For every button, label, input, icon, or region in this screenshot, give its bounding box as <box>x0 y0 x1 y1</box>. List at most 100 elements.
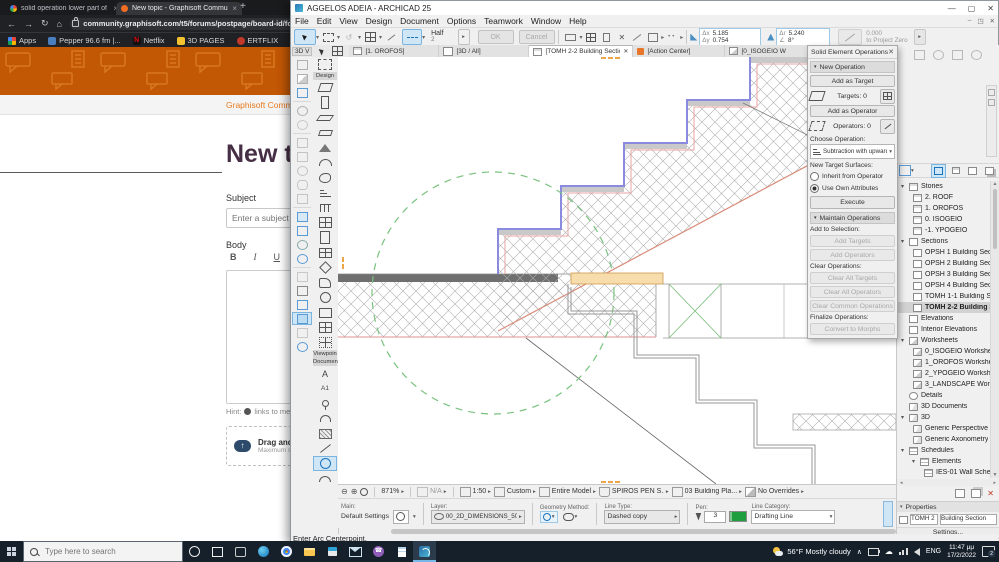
zoom-out-icon[interactable]: ⊖ <box>341 487 348 496</box>
tab-orofos[interactable]: [1. OROFOS] <box>349 45 440 57</box>
chevron-down-icon[interactable]: ▾ <box>911 168 914 174</box>
window-tool[interactable] <box>313 245 337 260</box>
archicad-titlebar[interactable]: AGGELOS ADEIA - ARCHICAD 25 — ▢ ✕ <box>291 1 998 16</box>
nav-item-generic-perspective[interactable]: Generic Perspective <box>897 423 991 434</box>
mesh-tool[interactable] <box>313 320 337 335</box>
graphic-override-control[interactable]: No Overrides ▸ <box>744 486 804 497</box>
properties-header[interactable]: ▾ Properties <box>897 501 999 512</box>
nav-item-ypogeio[interactable]: -1. YPOGEIO <box>897 225 991 236</box>
radio-selected-icon[interactable] <box>810 183 819 193</box>
chevron-up-icon[interactable]: ∧ <box>857 548 862 556</box>
palette-icon-2[interactable] <box>933 50 944 60</box>
execute-button[interactable]: Execute <box>810 196 895 209</box>
fill-tool[interactable] <box>313 426 337 441</box>
marquee-tool[interactable] <box>313 57 337 72</box>
pairing-icon[interactable] <box>292 270 312 283</box>
camera-path-icon[interactable] <box>292 192 312 205</box>
layout-book-icon[interactable] <box>965 164 980 178</box>
bold-button[interactable]: B <box>230 252 237 262</box>
door-tool[interactable] <box>313 230 337 245</box>
suspend-groups-button[interactable] <box>583 29 599 45</box>
orbit-tool-icon[interactable] <box>292 118 312 131</box>
maintain-operations-header[interactable]: ▾ Maintain Operations <box>810 212 895 224</box>
insulation-cross[interactable] <box>668 283 722 339</box>
slab-tool[interactable] <box>313 125 337 140</box>
cancel-button[interactable]: Cancel <box>518 30 555 44</box>
railing-tool[interactable] <box>313 200 337 215</box>
collapsed-palette-strip[interactable] <box>986 85 997 157</box>
default-settings-label[interactable]: Default Settings <box>341 513 389 520</box>
circle-tool-active[interactable] <box>313 456 337 471</box>
radio-unselected-icon[interactable] <box>810 171 819 181</box>
object-tool[interactable] <box>313 275 337 290</box>
more-options-button[interactable]: •• <box>664 29 680 45</box>
search-input[interactable] <box>43 546 167 557</box>
file-explorer-icon[interactable] <box>298 541 321 562</box>
line-category-dropdown[interactable]: Drafting Line ▾ <box>751 509 836 524</box>
grid-display-icon[interactable] <box>292 136 312 149</box>
eye-view-icon[interactable] <box>292 178 312 191</box>
menu-teamwork[interactable]: Teamwork <box>480 16 527 26</box>
forward-icon[interactable]: → <box>24 19 33 29</box>
morph-tool[interactable] <box>313 170 337 185</box>
view-3d-cutaway-icon[interactable] <box>292 72 312 85</box>
dimension-style-control[interactable]: 03 Building Pla... ▸ <box>671 486 742 497</box>
nav-item-elevations[interactable]: Elevations <box>897 313 991 324</box>
home-icon[interactable]: ⌂ <box>57 19 62 29</box>
camera-blue-icon[interactable] <box>292 298 312 311</box>
nav-item-3d-documents[interactable]: 3D Documents <box>897 401 991 412</box>
menu-edit[interactable]: Edit <box>313 16 336 26</box>
render-flower-icon[interactable] <box>292 238 312 251</box>
store-icon[interactable] <box>321 541 344 562</box>
wall-tool[interactable] <box>313 80 337 95</box>
viber-icon[interactable]: ☎ <box>367 541 390 562</box>
nav-item-tomh-1-1[interactable]: TOMH 1-1 Building Section (A <box>897 291 991 302</box>
action-center-icon[interactable]: 2 <box>982 546 996 558</box>
render-settings-icon[interactable] <box>292 224 312 237</box>
layer-combination-control[interactable]: Custom ▸ <box>493 486 536 497</box>
undo-button[interactable]: ↺ <box>340 29 358 45</box>
clear-common-operations-button[interactable]: Clear Common Operations <box>810 300 895 312</box>
image-view-icon[interactable] <box>292 150 312 163</box>
palette-tab-3d[interactable]: 3D V <box>292 46 313 56</box>
close-icon[interactable]: ✕ <box>888 48 894 56</box>
slope-button[interactable] <box>629 29 645 45</box>
nav-item-sections[interactable]: ▾ Sections <box>897 236 991 247</box>
layers-icon[interactable] <box>292 210 312 223</box>
project-chooser-icon[interactable] <box>899 165 911 176</box>
marquee-tool-button[interactable] <box>319 29 337 45</box>
clear-all-operators-button[interactable]: Clear All Operators <box>810 286 895 298</box>
equipment-tool[interactable] <box>313 305 337 320</box>
tab-3d-all[interactable]: [3D / All] <box>439 45 530 57</box>
minimize-icon[interactable]: — <box>948 4 956 13</box>
language-indicator[interactable]: ENG <box>926 548 941 555</box>
battery-icon[interactable] <box>867 547 880 556</box>
address-bar[interactable]: community.graphisoft.com/t5/forums/postp… <box>69 17 295 30</box>
nav-item-opsh2[interactable]: OPSH 2 Building Section (Aut <box>897 258 991 269</box>
tab-action-center[interactable]: [Action Center] <box>633 45 726 57</box>
mdi-minimize-icon[interactable]: – <box>968 17 972 25</box>
tab-tomh-2-2[interactable]: [TOMH 2-2 Building Section] ✕ <box>529 45 634 57</box>
arrow-tool-button[interactable] <box>294 29 316 45</box>
start-button[interactable] <box>0 541 23 562</box>
onedrive-icon[interactable]: ☁ <box>885 547 893 556</box>
mail-icon[interactable] <box>344 541 367 562</box>
half-option[interactable]: Half 2 <box>431 30 443 44</box>
elevation-tool-button[interactable] <box>838 29 863 45</box>
curtain-wall-tool[interactable] <box>313 215 337 230</box>
lower-wall-band[interactable] <box>792 413 896 431</box>
magnifier-icon[interactable] <box>360 487 369 496</box>
lamp-tool[interactable] <box>313 290 337 305</box>
column-grid-tool[interactable] <box>313 335 337 350</box>
palette-icon-3[interactable] <box>952 50 963 60</box>
orientation-control[interactable]: N/A ▸ <box>417 486 447 497</box>
reload-icon[interactable]: ↻ <box>41 18 49 29</box>
tab-close-icon[interactable]: ✕ <box>623 48 628 55</box>
nav-item-3d[interactable]: ▾ 3D <box>897 412 991 423</box>
add-targets-button[interactable]: Add Targets <box>810 235 895 247</box>
pick-targets-button[interactable] <box>880 88 895 104</box>
nav-item-schedules[interactable]: ▾ Schedules <box>897 445 991 456</box>
landing-element[interactable] <box>570 272 664 285</box>
nav-item-worksheet-3[interactable]: 3_LANDSCAPE Worksheet (Inc <box>897 379 991 390</box>
tree-scrollbar[interactable]: ▲ ▼ <box>990 181 999 478</box>
